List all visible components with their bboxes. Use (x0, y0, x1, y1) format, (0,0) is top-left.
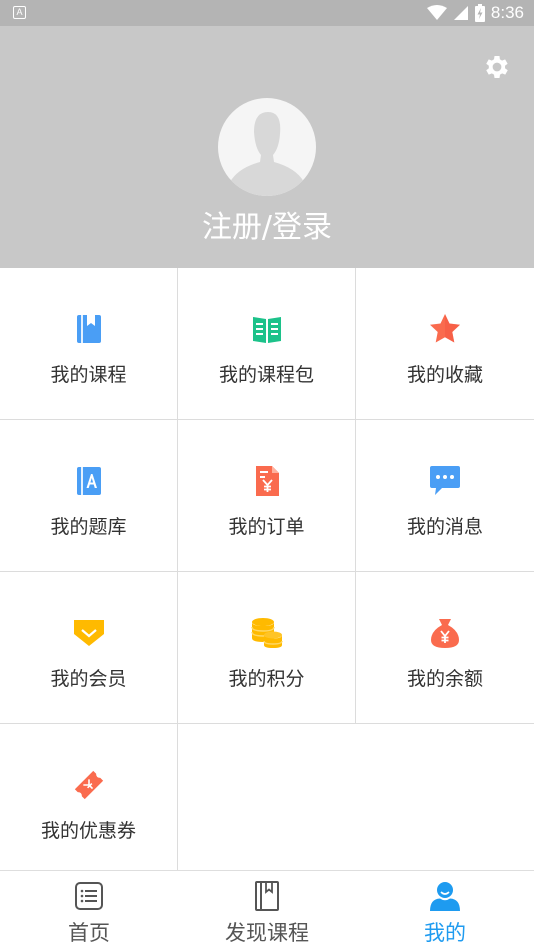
user-icon (430, 882, 460, 911)
cell-signal-icon (453, 6, 468, 20)
open-book-icon (252, 317, 281, 343)
grid-item-label: 我的课程 (50, 364, 127, 386)
grid-item-my-course-packages[interactable]: 我的课程包 (178, 268, 356, 420)
coupon-icon (74, 770, 103, 800)
status-time: 8:36 (490, 3, 524, 22)
grid-item-my-balance[interactable]: 我的余额 (356, 572, 534, 724)
grid-item-label: 我的课程包 (218, 364, 314, 386)
avatar[interactable] (218, 98, 316, 196)
grid-item-my-coupons[interactable]: 我的优惠券 (0, 724, 178, 870)
gear-icon[interactable] (482, 52, 512, 82)
grid-item-label: 我的题库 (50, 516, 127, 538)
bookmark-book-icon (255, 881, 279, 911)
login-register-link[interactable]: 注册/登录 (0, 202, 534, 246)
star-icon (430, 314, 460, 343)
grid-item-my-favorites[interactable]: 我的收藏 (356, 268, 534, 420)
grid-item-label: 我的会员 (50, 668, 127, 690)
grid-item-my-question-bank[interactable]: 我的题库 (0, 420, 178, 572)
grid-item-label: 我的订单 (228, 516, 305, 538)
wifi-icon (426, 5, 447, 20)
bottom-nav: 首页 发现课程 我的 (0, 870, 534, 950)
tab-label: 我的 (424, 921, 466, 945)
tab-label: 发现课程 (225, 921, 309, 945)
tab-mine[interactable]: 我的 (356, 871, 534, 950)
status-icons: 8:36 (426, 0, 524, 26)
grid-item-label: 我的积分 (228, 668, 305, 690)
money-bag-icon (431, 619, 459, 648)
question-bank-icon (76, 467, 101, 495)
battery-icon (474, 4, 485, 22)
tab-label: 首页 (68, 921, 110, 945)
default-avatar-icon (230, 112, 304, 196)
book-icon (76, 315, 101, 343)
grid-item-my-points[interactable]: 我的积分 (178, 572, 356, 724)
grid-item-my-orders[interactable]: 我的订单 (178, 420, 356, 572)
grid-item-my-messages[interactable]: 我的消息 (356, 420, 534, 572)
profile-header: 注册/登录 (0, 26, 534, 268)
tab-discover-courses[interactable]: 发现课程 (178, 871, 356, 950)
status-bar: A 8:36 (0, 0, 534, 26)
grid-item-label: 我的收藏 (406, 364, 483, 386)
list-icon (75, 882, 103, 910)
grid-item-my-courses[interactable]: 我的课程 (0, 268, 178, 420)
order-icon (255, 466, 279, 496)
vip-icon (73, 620, 104, 646)
grid-item-my-membership[interactable]: 我的会员 (0, 572, 178, 724)
grid-item-label: 我的消息 (406, 516, 483, 538)
grid-item-label: 我的余额 (406, 668, 483, 690)
grid-item-label: 我的优惠券 (40, 820, 136, 842)
coins-icon (250, 618, 283, 648)
a-letter-icon: A (13, 6, 26, 19)
message-icon (430, 466, 460, 495)
tab-home[interactable]: 首页 (0, 871, 178, 950)
